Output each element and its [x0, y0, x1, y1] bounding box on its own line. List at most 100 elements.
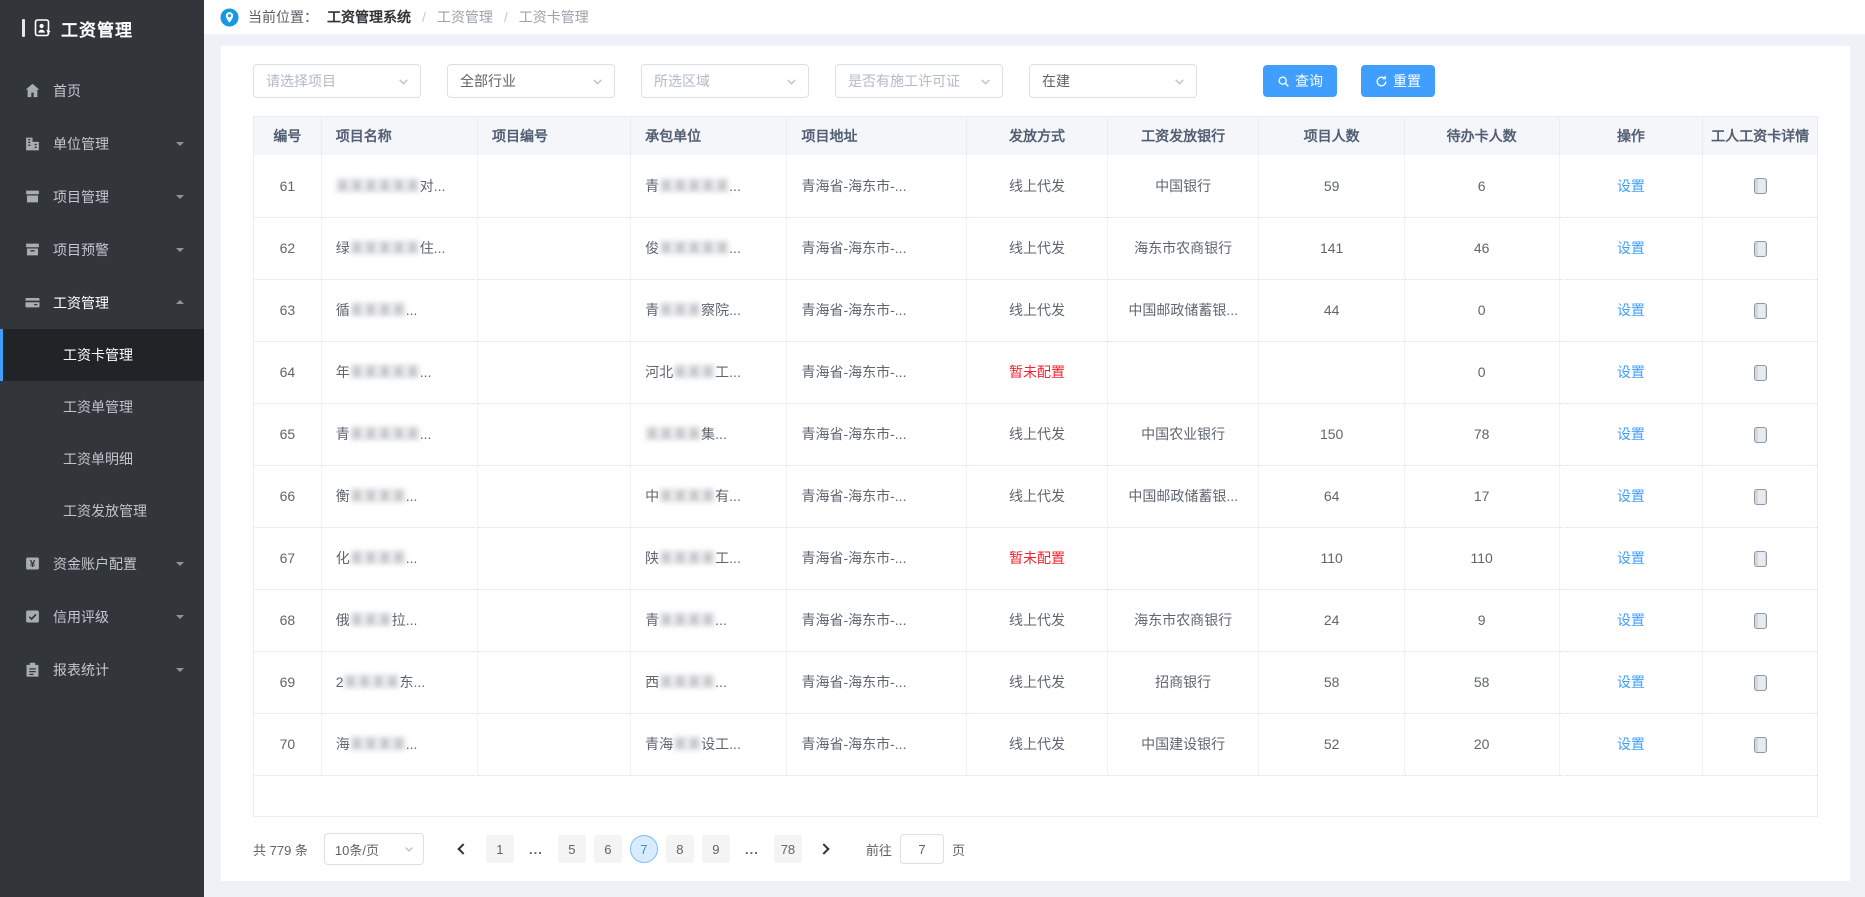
cell-project-name: 2某某某某东...: [321, 651, 477, 713]
sidebar-item-fund-account-config[interactable]: ¥ 资金账户配置: [0, 537, 204, 590]
sidebar-subitem-salary-card-management[interactable]: 工资卡管理: [0, 329, 204, 381]
wage-card-detail-icon[interactable]: [1754, 489, 1767, 505]
page-button-1[interactable]: 1: [486, 835, 514, 863]
breadcrumb-item-salary-card[interactable]: 工资卡管理: [519, 7, 589, 27]
reset-button-label: 重置: [1393, 71, 1421, 91]
page-button-8[interactable]: 8: [666, 835, 694, 863]
page-button-9[interactable]: 9: [702, 835, 730, 863]
building-icon: [24, 135, 41, 152]
cell-worker-count: 150: [1259, 403, 1404, 465]
cell-project-name: 循某某某某...: [321, 279, 477, 341]
cell-payout-method: 暂未配置: [967, 527, 1108, 589]
sidebar-subitem-payroll-detail[interactable]: 工资单明细: [0, 433, 204, 485]
page-button-5[interactable]: 5: [558, 835, 586, 863]
wage-card-detail-icon[interactable]: [1754, 365, 1767, 381]
page-jump-input[interactable]: [900, 834, 944, 864]
sidebar-item-salary-management[interactable]: 工资管理: [0, 276, 204, 329]
project-select[interactable]: 请选择项目: [253, 64, 421, 98]
wage-card-detail-icon[interactable]: [1754, 613, 1767, 629]
settings-link[interactable]: 设置: [1617, 364, 1645, 380]
search-icon: [1277, 75, 1290, 88]
breadcrumb: 当前位置： 工资管理系统 / 工资管理 / 工资卡管理: [204, 0, 1865, 34]
cell-payout-method: 暂未配置: [967, 341, 1108, 403]
cell-contractor: 陕某某某某工...: [631, 527, 787, 589]
cell-project-code: [478, 155, 631, 217]
prev-page-button[interactable]: [448, 835, 476, 863]
settings-link[interactable]: 设置: [1617, 550, 1645, 566]
page-button-6[interactable]: 6: [594, 835, 622, 863]
wage-card-detail-icon[interactable]: [1754, 427, 1767, 443]
alert-icon: [24, 241, 41, 258]
region-select[interactable]: 所选区域: [641, 64, 809, 98]
sidebar-item-unit-management[interactable]: 单位管理: [0, 117, 204, 170]
sidebar-item-credit-rating[interactable]: 信用评级: [0, 590, 204, 643]
cell-payout-method: 线上代发: [967, 155, 1108, 217]
next-page-button[interactable]: [812, 835, 840, 863]
wage-card-detail-icon[interactable]: [1754, 551, 1767, 567]
wage-card-detail-icon[interactable]: [1754, 737, 1767, 753]
page-button-7[interactable]: 7: [630, 835, 658, 863]
settings-link[interactable]: 设置: [1617, 612, 1645, 628]
refresh-icon: [1375, 75, 1388, 88]
cell-card-detail: [1703, 403, 1817, 465]
cell-payout-method: 线上代发: [967, 403, 1108, 465]
wage-card-detail-icon[interactable]: [1754, 178, 1767, 194]
page-size-select[interactable]: 10条/页: [324, 833, 424, 865]
page-size-value: 10条/页: [335, 840, 379, 859]
search-button[interactable]: 查询: [1263, 65, 1337, 97]
sidebar-item-home[interactable]: 首页: [0, 64, 204, 117]
cell-project-name: 年某某某某某...: [321, 341, 477, 403]
region-select-value: 所选区域: [654, 71, 710, 91]
cell-address: 青海省-海东市-...: [787, 465, 967, 527]
page-ellipsis[interactable]: ...: [522, 835, 550, 863]
chevron-down-icon: [1173, 75, 1186, 88]
wage-card-detail-icon[interactable]: [1754, 675, 1767, 691]
cell-address: 青海省-海东市-...: [787, 651, 967, 713]
industry-select[interactable]: 全部行业: [447, 64, 615, 98]
settings-link[interactable]: 设置: [1617, 302, 1645, 318]
table-row: 69 2某某某某东... 西某某某某... 青海省-海东市-... 线上代发 招…: [254, 651, 1817, 713]
cell-action: 设置: [1559, 713, 1703, 775]
cell-id: 62: [254, 217, 321, 279]
cell-worker-count: 24: [1259, 589, 1404, 651]
settings-link[interactable]: 设置: [1617, 426, 1645, 442]
settings-link[interactable]: 设置: [1617, 178, 1645, 194]
content-card: 请选择项目 全部行业 所选区域 是否有施工许可证 在建 查询: [221, 46, 1850, 881]
cell-card-detail: [1703, 279, 1817, 341]
page-ellipsis[interactable]: ...: [738, 835, 766, 863]
status-select[interactable]: 在建: [1029, 64, 1197, 98]
settings-link[interactable]: 设置: [1617, 736, 1645, 752]
cell-contractor: 俊某某某某某...: [631, 217, 787, 279]
column-header-8: 项目人数: [1259, 117, 1404, 155]
sidebar-subitem-salary-issue-management[interactable]: 工资发放管理: [0, 485, 204, 537]
cell-payout-method: 线上代发: [967, 589, 1108, 651]
sidebar-item-label: 资金账户配置: [53, 554, 176, 574]
page-button-78[interactable]: 78: [774, 835, 802, 863]
cell-project-code: [478, 713, 631, 775]
settings-link[interactable]: 设置: [1617, 240, 1645, 256]
cell-address: 青海省-海东市-...: [787, 589, 967, 651]
wage-card-detail-icon[interactable]: [1754, 303, 1767, 319]
payroll-logo-icon: [33, 18, 53, 38]
wage-card-detail-icon[interactable]: [1754, 241, 1767, 257]
sidebar-item-label: 项目预警: [53, 240, 176, 260]
sidebar-item-label: 首页: [53, 81, 184, 101]
cell-address: 青海省-海东市-...: [787, 713, 967, 775]
cell-bank: 中国邮政储蓄银...: [1107, 279, 1259, 341]
sidebar-subitem-payroll-management[interactable]: 工资单管理: [0, 381, 204, 433]
main-area: 当前位置： 工资管理系统 / 工资管理 / 工资卡管理 请选择项目 全部行业 所…: [204, 0, 1865, 897]
settings-link[interactable]: 设置: [1617, 674, 1645, 690]
settings-link[interactable]: 设置: [1617, 488, 1645, 504]
reset-button[interactable]: 重置: [1361, 65, 1435, 97]
permit-select[interactable]: 是否有施工许可证: [835, 64, 1003, 98]
sidebar-item-label: 报表统计: [53, 660, 176, 680]
cell-worker-count: 44: [1259, 279, 1404, 341]
sidebar-item-report-statistics[interactable]: 报表统计: [0, 643, 204, 696]
breadcrumb-root[interactable]: 工资管理系统: [327, 7, 411, 27]
sidebar-item-project-management[interactable]: 项目管理: [0, 170, 204, 223]
cell-id: 64: [254, 341, 321, 403]
cell-worker-count: 141: [1259, 217, 1404, 279]
breadcrumb-item-salary-management[interactable]: 工资管理: [437, 7, 493, 27]
cell-contractor: 青某某某某...: [631, 589, 787, 651]
sidebar-item-project-alert[interactable]: 项目预警: [0, 223, 204, 276]
